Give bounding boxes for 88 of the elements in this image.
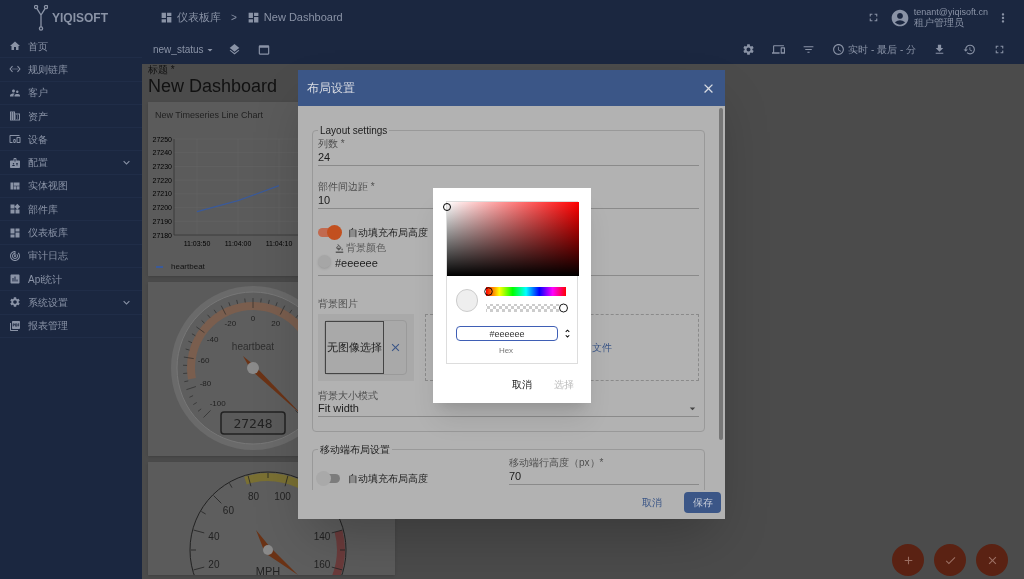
layout-icon[interactable] <box>256 42 271 57</box>
field-label: 列数 * <box>318 138 346 150</box>
hex-field[interactable]: #eeeeee <box>456 326 558 341</box>
field-value[interactable]: #eeeeee <box>335 254 386 271</box>
size-mode-select[interactable]: Fit width <box>318 402 699 415</box>
gauge-value: 27248 <box>233 416 273 431</box>
dialog-title: 布局设置 <box>307 80 356 97</box>
sidebar-item[interactable]: Api统计 <box>0 267 142 292</box>
toggle-switch[interactable] <box>318 228 340 237</box>
devices-icon <box>9 133 21 146</box>
download-icon[interactable] <box>933 43 946 56</box>
avatar-icon[interactable] <box>889 7 910 28</box>
toggle-switch[interactable] <box>318 474 340 483</box>
sidebar-item[interactable]: 资产 <box>0 104 142 129</box>
dashboard-icon <box>160 11 173 24</box>
sidebar-item[interactable]: 配置 <box>0 151 142 175</box>
paint-bucket-icon <box>335 243 344 253</box>
logo-text: YIQISOFT <box>52 9 108 27</box>
field-label: 部件间边距 * <box>318 181 376 193</box>
state-dropdown[interactable]: new_status <box>153 42 216 57</box>
field-value[interactable]: 10 <box>318 194 699 207</box>
dashboard-icon <box>246 11 260 24</box>
widgets-icon <box>9 203 21 216</box>
timewindow-button[interactable]: 实时 - 最后 - 分 <box>832 42 916 57</box>
field-value[interactable]: 24 <box>318 151 699 164</box>
alpha-thumb[interactable] <box>559 303 568 313</box>
sidebar-item[interactable]: 设备 <box>0 128 142 152</box>
bar-chart-icon <box>9 273 21 286</box>
color-preview <box>456 289 478 312</box>
picker-button[interactable]: 取消 <box>504 375 540 394</box>
speed-tick-label: 80 <box>247 490 260 502</box>
group-title: 移动端布局设置 <box>319 443 391 457</box>
field-value[interactable]: 70 <box>509 470 699 483</box>
pdf-icon <box>9 319 21 332</box>
alpha-slider[interactable] <box>484 303 568 314</box>
logo-icon <box>34 4 48 31</box>
clock-icon <box>832 43 846 56</box>
user-role: 租户管理员 <box>913 17 964 28</box>
toggle-label: 自动填充布局高度 <box>348 226 428 240</box>
layers-icon[interactable] <box>227 43 241 56</box>
sidebar-item[interactable]: 客户 <box>0 81 142 105</box>
speed-tick-label: 40 <box>208 530 220 542</box>
speed-tick-label: 160 <box>313 559 331 571</box>
sidebar-item[interactable]: 规则链库 <box>0 58 142 82</box>
fullscreen-icon[interactable] <box>993 43 1006 56</box>
hue-thumb[interactable] <box>484 287 493 296</box>
history-icon[interactable] <box>963 43 976 56</box>
hue-slider[interactable] <box>484 287 568 296</box>
sidebar-item[interactable]: 实体视图 <box>0 174 142 199</box>
breadcrumb-current: New Dashboard <box>263 10 343 26</box>
value-display <box>220 411 286 435</box>
save-button[interactable]: 保存 <box>684 492 721 513</box>
home-icon <box>9 40 21 53</box>
dashboard-icon <box>9 226 21 239</box>
breadcrumb-separator: > <box>231 11 237 25</box>
sidebar-item[interactable]: 部件库 <box>0 198 142 222</box>
legend-label: heartbeat <box>171 260 205 273</box>
sidebar-item[interactable]: 报表管理 <box>0 314 142 338</box>
sidebar-item[interactable]: 仪表板库 <box>0 221 142 245</box>
devices-icon[interactable] <box>772 43 786 56</box>
legend-swatch <box>156 265 163 268</box>
speed-tick-label: 140 <box>313 530 331 542</box>
speedometer-needle <box>256 530 298 575</box>
speed-tick-label: 20 <box>208 559 220 571</box>
gear-icon <box>9 296 21 309</box>
sidebar-item[interactable]: 系统设置 <box>0 291 142 315</box>
target-icon <box>9 249 21 262</box>
field-label: 移动端行高度（px）* <box>509 457 605 469</box>
saturation-area[interactable] <box>447 202 579 276</box>
group-title: Layout settings <box>319 124 389 138</box>
settings-icon[interactable] <box>742 43 756 56</box>
breadcrumb-link[interactable]: 仪表板库 <box>177 9 221 26</box>
cancel-button[interactable]: 取消 <box>634 495 670 510</box>
toggle-label: 自动填充布局高度 <box>348 472 428 486</box>
scrollbar[interactable] <box>719 108 723 440</box>
unfold-icon[interactable] <box>562 328 573 339</box>
hex-label: Hex <box>497 345 515 357</box>
filter-icon[interactable] <box>802 43 816 56</box>
image-placeholder: 无图像选择 <box>325 321 384 374</box>
image-preview-field[interactable]: 无图像选择 <box>324 320 407 375</box>
building-icon <box>9 110 21 123</box>
field-label: 背景大小模式 <box>318 390 379 402</box>
user-email: tenant@yiqisoft.cn <box>913 7 988 17</box>
speed-unit: MPH <box>255 565 281 575</box>
sidebar-item[interactable]: 审计日志 <box>0 244 142 268</box>
badge-icon <box>9 156 21 169</box>
field-label: 背景图片 <box>318 298 358 310</box>
field-label: 背景颜色 <box>346 242 386 255</box>
